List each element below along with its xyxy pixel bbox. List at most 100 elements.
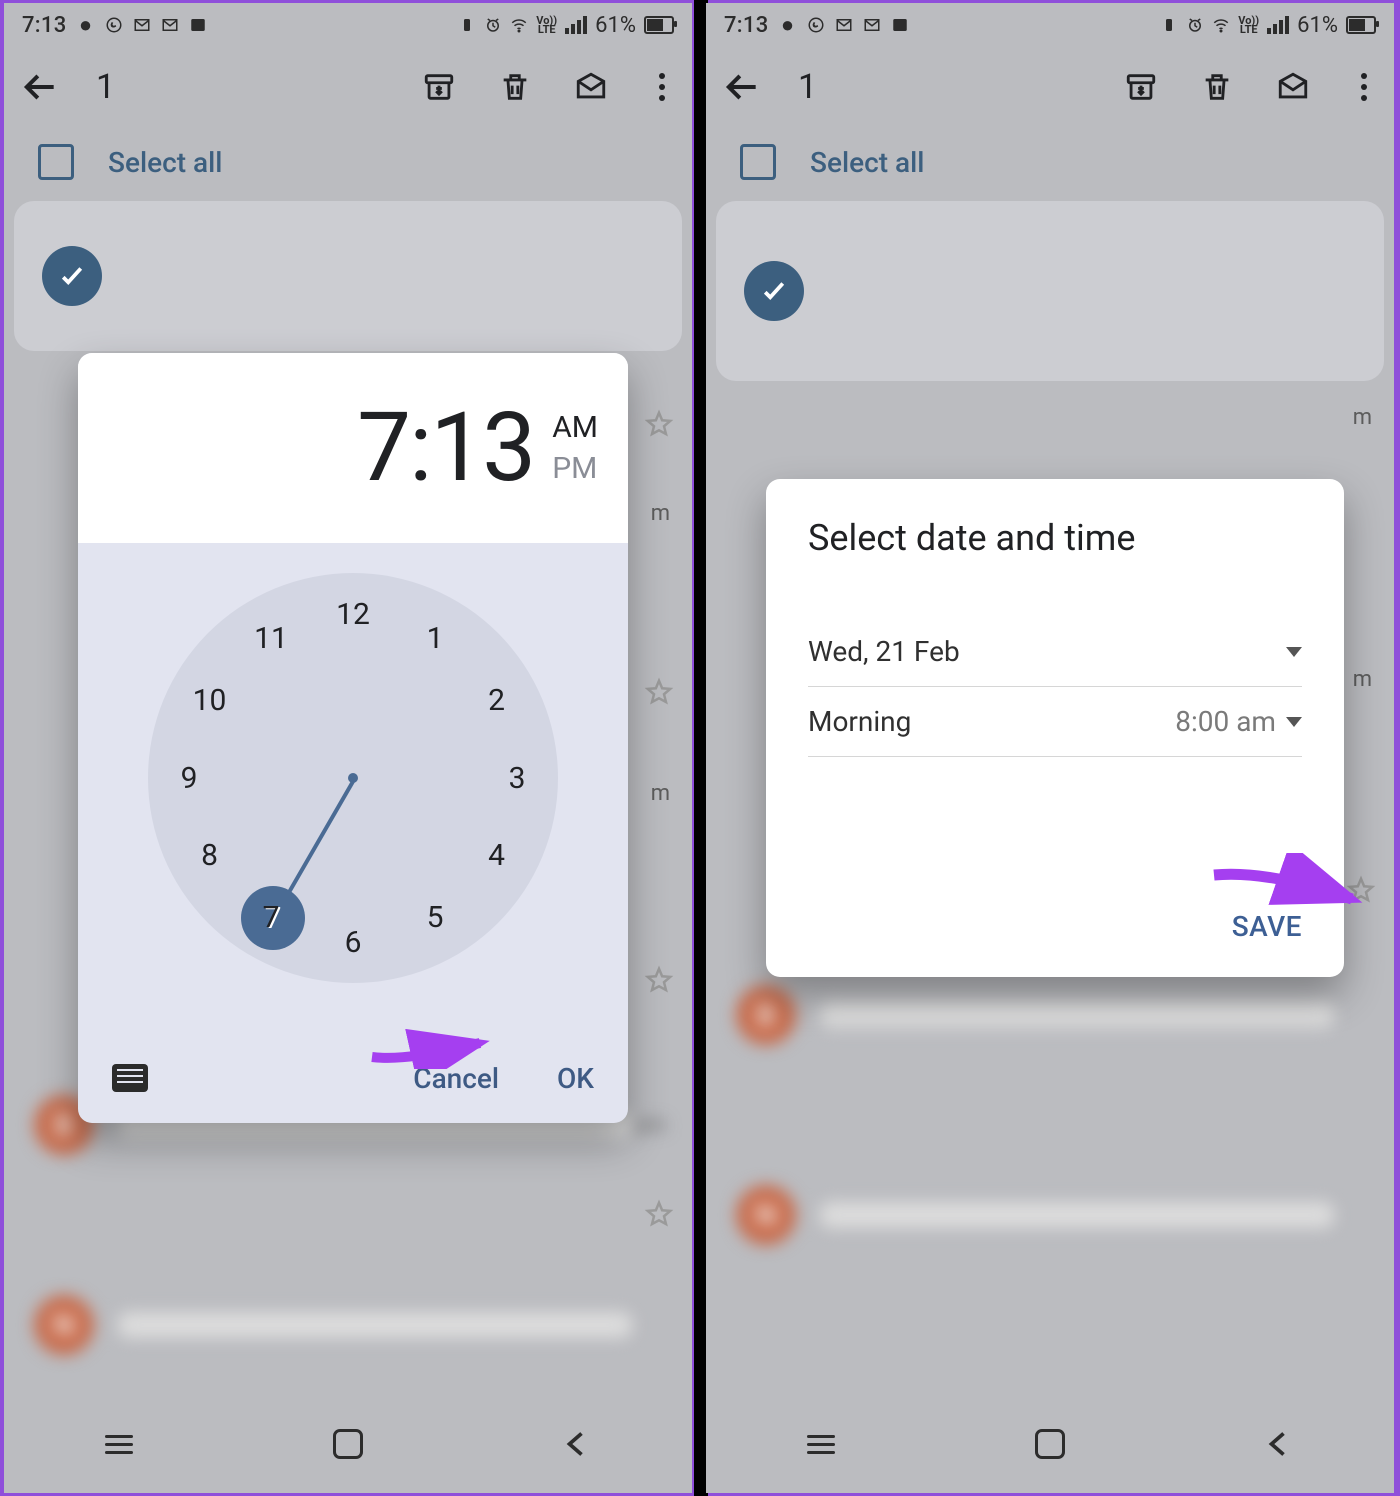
gmail-m-icon xyxy=(835,16,853,34)
nav-back-button[interactable] xyxy=(559,1426,595,1462)
clock-1[interactable]: 1 xyxy=(411,615,459,663)
recents-button[interactable] xyxy=(101,1426,137,1462)
clock-face[interactable]: 7 12 1 2 3 4 5 6 7 8 9 10 11 xyxy=(148,573,558,983)
image-icon xyxy=(891,16,909,34)
system-nav-bar xyxy=(4,1409,692,1479)
battery-icon xyxy=(644,16,674,34)
notification-bubble-icon: ● xyxy=(77,16,95,34)
row-m: m xyxy=(1353,405,1372,430)
home-button[interactable] xyxy=(330,1426,366,1462)
star-icon xyxy=(1346,875,1376,905)
status-time: 7:13 xyxy=(22,13,67,38)
blurred-row xyxy=(4,1195,692,1255)
clock-4[interactable]: 4 xyxy=(473,832,521,880)
status-time: 7:13 xyxy=(724,13,769,38)
row-pm: pm xyxy=(634,1113,666,1138)
volte-indicator: Vo))LTE xyxy=(536,16,557,34)
hour-value[interactable]: 7 xyxy=(357,392,409,504)
clock-10[interactable]: 10 xyxy=(186,676,234,724)
selected-check-avatar xyxy=(744,261,804,321)
mark-read-icon[interactable] xyxy=(574,70,608,104)
whatsapp-icon xyxy=(807,16,825,34)
time-header: 7:13 AM PM xyxy=(78,353,628,543)
phone-screenshot-right: 7:13 ● Vo))LTE 61% 1 xyxy=(706,3,1394,1493)
back-arrow-icon[interactable] xyxy=(724,68,762,106)
select-all-label: Select all xyxy=(810,146,924,179)
clock-11[interactable]: 11 xyxy=(247,615,295,663)
am-toggle[interactable]: AM xyxy=(552,410,598,445)
gmail-m-icon xyxy=(133,16,151,34)
selected-email-row[interactable] xyxy=(14,201,682,351)
gmail-m-icon-2 xyxy=(863,16,881,34)
battery-percent: 61% xyxy=(595,13,636,38)
mark-read-icon[interactable] xyxy=(1276,70,1310,104)
dialog-title: Select date and time xyxy=(808,517,1302,559)
more-menu-icon[interactable] xyxy=(650,73,674,101)
battery-icon xyxy=(1346,16,1376,34)
avatar-n: N xyxy=(736,1185,796,1245)
clock-6[interactable]: 6 xyxy=(329,918,377,966)
dropdown-caret-icon xyxy=(1286,647,1302,657)
clock-12[interactable]: 12 xyxy=(329,590,377,638)
row-m: m xyxy=(1353,667,1372,692)
select-all-row[interactable]: Select all xyxy=(706,127,1394,197)
whatsapp-icon xyxy=(105,16,123,34)
select-all-checkbox[interactable] xyxy=(740,144,776,180)
archive-icon[interactable] xyxy=(1124,70,1158,104)
signal-icon xyxy=(1267,16,1289,34)
star-icon xyxy=(644,677,674,707)
wifi-icon xyxy=(1212,16,1230,34)
email-row-n[interactable]: N xyxy=(4,1255,692,1395)
select-date-time-dialog: Select date and time Wed, 21 Feb Morning… xyxy=(766,479,1344,977)
pm-toggle[interactable]: PM xyxy=(552,451,598,486)
battery-saver-icon xyxy=(1160,16,1178,34)
selected-email-row[interactable] xyxy=(716,201,1384,381)
clock-8[interactable]: 8 xyxy=(186,832,234,880)
select-all-label: Select all xyxy=(108,146,222,179)
blurred-row xyxy=(706,1085,1394,1145)
save-button[interactable]: SAVE xyxy=(1232,910,1302,943)
nav-back-button[interactable] xyxy=(1261,1426,1297,1462)
date-value: Wed, 21 Feb xyxy=(808,635,960,668)
star-icon xyxy=(644,1199,674,1229)
minute-value[interactable]: 13 xyxy=(430,392,534,504)
ok-button[interactable]: OK xyxy=(557,1062,594,1095)
select-all-row[interactable]: Select all xyxy=(4,127,692,197)
archive-icon[interactable] xyxy=(422,70,456,104)
selection-count: 1 xyxy=(96,67,416,107)
home-button[interactable] xyxy=(1032,1426,1068,1462)
status-bar: 7:13 ● Vo))LTE 61% xyxy=(706,3,1394,47)
signal-icon xyxy=(565,16,587,34)
keyboard-input-icon[interactable] xyxy=(112,1064,148,1092)
avatar-n: N xyxy=(34,1295,94,1355)
clock-7[interactable]: 7 xyxy=(247,893,295,941)
volte-indicator: Vo))LTE xyxy=(1238,16,1259,34)
more-menu-icon[interactable] xyxy=(1352,73,1376,101)
image-icon xyxy=(189,16,207,34)
select-all-checkbox[interactable] xyxy=(38,144,74,180)
clock-5[interactable]: 5 xyxy=(411,893,459,941)
email-row-n[interactable]: N xyxy=(706,1145,1394,1285)
trash-icon[interactable] xyxy=(498,70,532,104)
status-bar: 7:13 ● Vo))LTE 61% xyxy=(4,3,692,47)
time-slot: Morning xyxy=(808,705,911,738)
date-row[interactable]: Wed, 21 Feb xyxy=(808,617,1302,687)
selection-count: 1 xyxy=(798,67,1118,107)
star-icon xyxy=(644,965,674,995)
cancel-button[interactable]: Cancel xyxy=(413,1062,499,1095)
recents-button[interactable] xyxy=(803,1426,839,1462)
trash-icon[interactable] xyxy=(1200,70,1234,104)
alarm-icon xyxy=(1186,16,1204,34)
selected-check-avatar xyxy=(42,246,102,306)
selection-toolbar: 1 xyxy=(706,47,1394,127)
phone-screenshot-left: 7:13 ● Vo))LTE 61% 1 xyxy=(4,3,692,1493)
clock-2[interactable]: 2 xyxy=(473,676,521,724)
clock-3[interactable]: 3 xyxy=(493,754,541,802)
system-nav-bar xyxy=(706,1409,1394,1479)
notification-bubble-icon: ● xyxy=(779,16,797,34)
battery-saver-icon xyxy=(458,16,476,34)
alarm-icon xyxy=(484,16,502,34)
time-row[interactable]: Morning 8:00 am xyxy=(808,687,1302,757)
clock-9[interactable]: 9 xyxy=(165,754,213,802)
back-arrow-icon[interactable] xyxy=(22,68,60,106)
